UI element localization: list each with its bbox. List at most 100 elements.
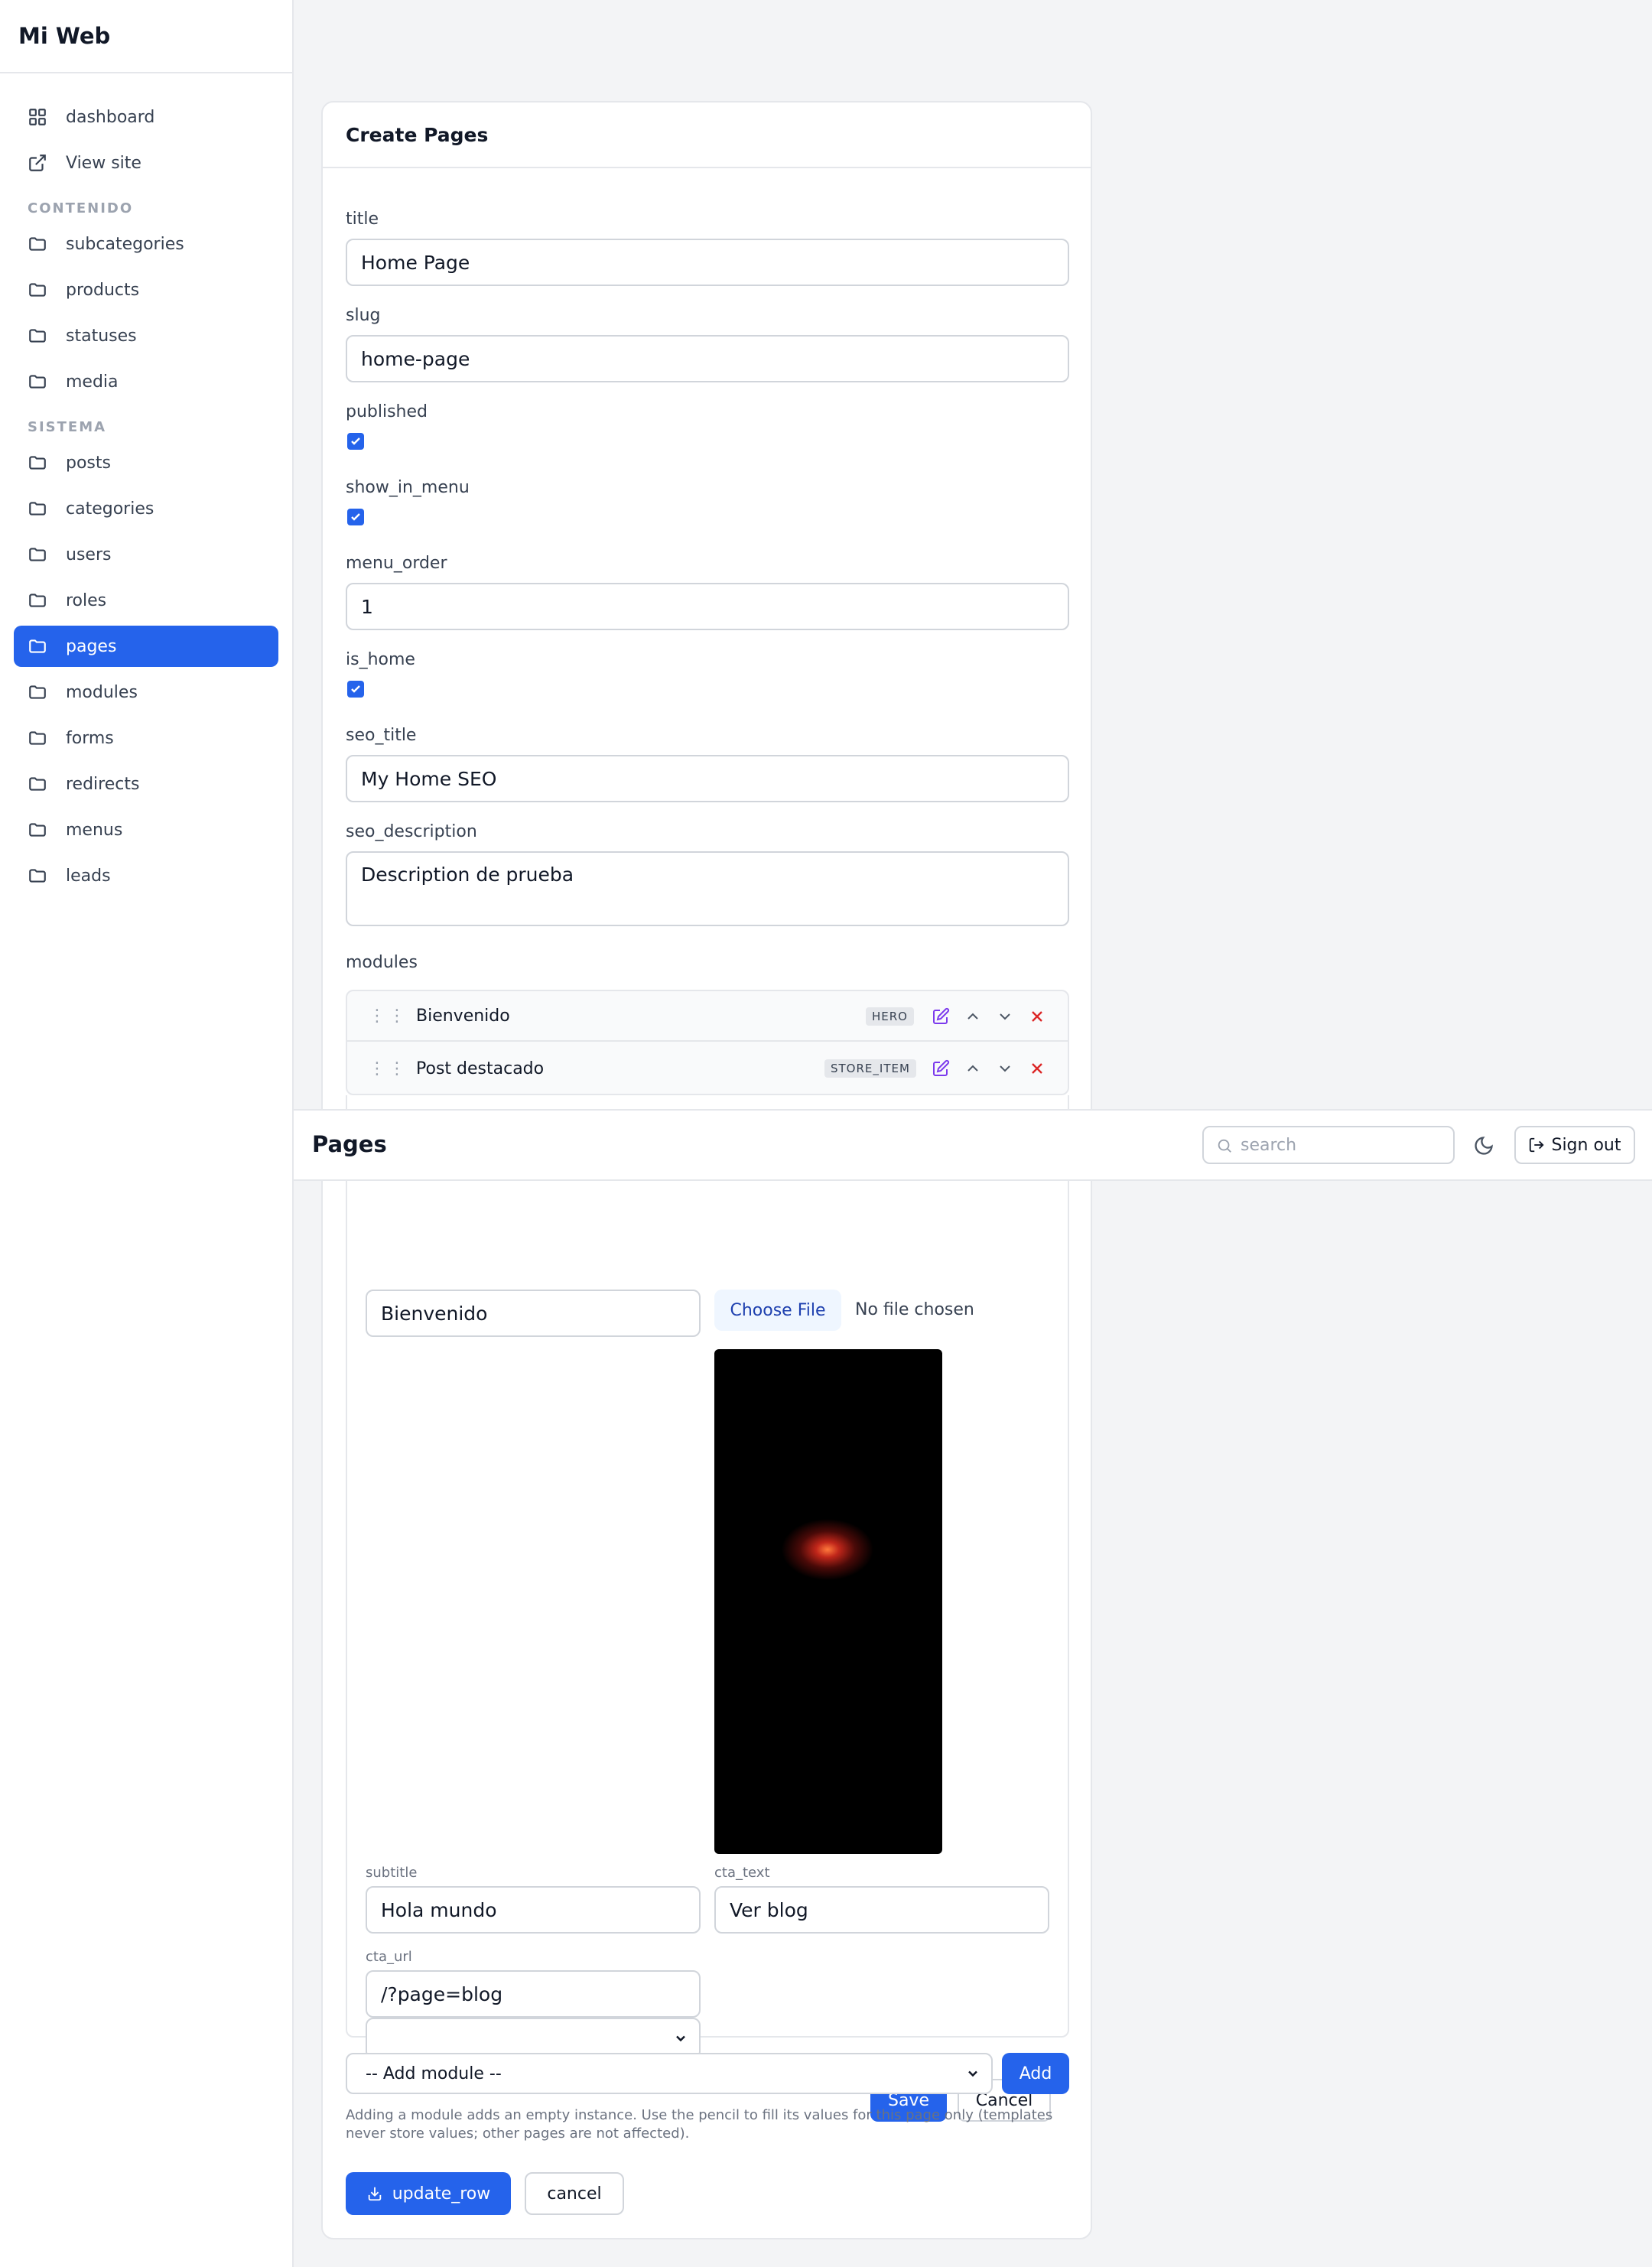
help-text: Adding a module adds an empty instance. … bbox=[346, 2106, 1069, 2143]
sidebar-item-categories[interactable]: categories bbox=[14, 488, 278, 529]
sign-out-button[interactable]: Sign out bbox=[1514, 1126, 1635, 1164]
sign-out-label: Sign out bbox=[1551, 1135, 1621, 1155]
chevron-down-icon bbox=[676, 2035, 685, 2042]
folder-icon bbox=[29, 548, 46, 561]
sidebar-item-label: pages bbox=[66, 636, 117, 656]
cta-url-label: cta_url bbox=[366, 1949, 412, 1965]
sidebar-item-posts[interactable]: posts bbox=[14, 442, 278, 483]
page-title: Pages bbox=[312, 1131, 387, 1157]
menu-order-label: menu_order bbox=[346, 554, 447, 573]
menu-order-input[interactable]: 1 bbox=[346, 583, 1069, 630]
sidebar-item-users[interactable]: users bbox=[14, 534, 278, 575]
seo-description-label: seo_description bbox=[346, 822, 477, 841]
sidebar-item-view-site[interactable]: View site bbox=[14, 142, 278, 184]
add-module-select[interactable]: -- Add module -- bbox=[346, 2053, 993, 2094]
sidebar-section-contenido: CONTENIDO bbox=[28, 200, 134, 216]
folder-icon bbox=[29, 283, 46, 297]
update-row-label: update_row bbox=[392, 2184, 491, 2204]
card-title: Create Pages bbox=[323, 102, 1091, 168]
is-home-checkbox[interactable] bbox=[347, 681, 364, 698]
update-row-button[interactable]: update_row bbox=[346, 2172, 511, 2215]
cta-text-input[interactable]: Ver blog bbox=[714, 1886, 1049, 1934]
sidebar-item-media[interactable]: media bbox=[14, 361, 278, 402]
folder-icon bbox=[29, 502, 46, 516]
drag-handle-icon[interactable]: ⋮⋮ bbox=[369, 1059, 408, 1078]
image-preview bbox=[714, 1349, 942, 1854]
folder-icon bbox=[29, 329, 46, 343]
module-name: Bienvenido bbox=[416, 1006, 510, 1026]
sidebar-item-label: leads bbox=[66, 866, 111, 886]
drag-handle-icon[interactable]: ⋮⋮ bbox=[369, 1007, 408, 1026]
module-editor-panel: Bienvenido Choose File No file chosen su… bbox=[346, 1095, 1069, 2122]
sidebar-item-forms[interactable]: forms bbox=[14, 717, 278, 759]
chevron-down-icon bbox=[968, 2070, 977, 2077]
move-down-icon[interactable] bbox=[996, 1059, 1014, 1078]
sidebar-item-pages[interactable]: pages bbox=[14, 626, 278, 667]
edit-pencil-icon[interactable] bbox=[932, 1007, 950, 1026]
subtitle-input[interactable]: Hola mundo bbox=[366, 1886, 701, 1934]
remove-close-icon[interactable] bbox=[1028, 1007, 1046, 1026]
cancel-button[interactable]: cancel bbox=[525, 2172, 624, 2215]
sidebar-item-menus[interactable]: menus bbox=[14, 809, 278, 851]
module-type-badge: STORE_ITEM bbox=[824, 1059, 916, 1078]
sidebar-item-label: media bbox=[66, 372, 119, 392]
check-icon bbox=[351, 685, 360, 693]
sidebar-item-leads[interactable]: leads bbox=[14, 855, 278, 896]
slug-input[interactable]: home-page bbox=[346, 335, 1069, 382]
show-in-menu-checkbox[interactable] bbox=[347, 509, 364, 525]
grid-icon bbox=[29, 109, 46, 125]
modules-label: modules bbox=[346, 953, 418, 972]
folder-icon bbox=[29, 639, 46, 653]
cta-url-input[interactable]: /?page=blog bbox=[366, 1970, 701, 2018]
moon-icon[interactable] bbox=[1473, 1135, 1494, 1156]
folder-icon bbox=[29, 237, 46, 251]
move-down-icon[interactable] bbox=[996, 1007, 1014, 1026]
save-icon bbox=[368, 2187, 381, 2201]
choose-file-button[interactable]: Choose File bbox=[714, 1290, 841, 1331]
sidebar-item-products[interactable]: products bbox=[14, 269, 278, 311]
seo-title-label: seo_title bbox=[346, 726, 417, 745]
modules-list: ⋮⋮ Bienvenido HERO ⋮⋮ Post destacado STO… bbox=[346, 990, 1069, 1095]
module-type-badge: HERO bbox=[866, 1007, 914, 1026]
search-icon bbox=[1218, 1139, 1231, 1153]
sidebar-item-label: forms bbox=[66, 728, 114, 748]
title-input[interactable]: Home Page bbox=[346, 239, 1069, 286]
module-title-input[interactable]: Bienvenido bbox=[366, 1290, 701, 1337]
edit-pencil-icon[interactable] bbox=[932, 1059, 950, 1078]
sidebar-item-label: menus bbox=[66, 820, 123, 840]
folder-icon bbox=[29, 731, 46, 745]
add-module-select-value: -- Add module -- bbox=[366, 2064, 502, 2083]
folder-icon bbox=[29, 375, 46, 389]
move-up-icon[interactable] bbox=[964, 1059, 982, 1078]
module-name: Post destacado bbox=[416, 1059, 545, 1078]
sidebar-item-label: View site bbox=[66, 153, 141, 173]
seo-description-textarea[interactable]: Description de prueba bbox=[346, 851, 1069, 926]
sidebar-item-modules[interactable]: modules bbox=[14, 672, 278, 713]
sidebar-item-label: modules bbox=[66, 682, 138, 702]
sidebar-nav: dashboard View site CONTENIDO subcategor… bbox=[0, 73, 292, 896]
folder-icon bbox=[29, 685, 46, 699]
sidebar-item-dashboard[interactable]: dashboard bbox=[14, 96, 278, 138]
check-icon bbox=[351, 513, 360, 521]
published-checkbox[interactable] bbox=[347, 433, 364, 450]
add-module-button[interactable]: Add bbox=[1002, 2053, 1069, 2094]
folder-icon bbox=[29, 456, 46, 470]
help-text-line: never store values; other pages are not … bbox=[346, 2126, 690, 2142]
sidebar-item-subcategories[interactable]: subcategories bbox=[14, 223, 278, 265]
sidebar-item-statuses[interactable]: statuses bbox=[14, 315, 278, 356]
sidebar-item-roles[interactable]: roles bbox=[14, 580, 278, 621]
check-icon bbox=[351, 437, 360, 445]
subtitle-label: subtitle bbox=[366, 1865, 418, 1881]
search-input[interactable]: search bbox=[1202, 1126, 1455, 1164]
sidebar-item-redirects[interactable]: redirects bbox=[14, 763, 278, 805]
external-link-icon bbox=[29, 154, 46, 171]
remove-close-icon[interactable] bbox=[1028, 1059, 1046, 1078]
file-status: No file chosen bbox=[855, 1300, 974, 1319]
top-bar: Pages search Sign out bbox=[294, 1109, 1652, 1181]
move-up-icon[interactable] bbox=[964, 1007, 982, 1026]
module-row[interactable]: ⋮⋮ Post destacado STORE_ITEM bbox=[347, 1043, 1068, 1094]
show-in-menu-label: show_in_menu bbox=[346, 478, 470, 497]
module-row[interactable]: ⋮⋮ Bienvenido HERO bbox=[347, 991, 1068, 1042]
folder-icon bbox=[29, 777, 46, 791]
seo-title-input[interactable]: My Home SEO bbox=[346, 755, 1069, 802]
